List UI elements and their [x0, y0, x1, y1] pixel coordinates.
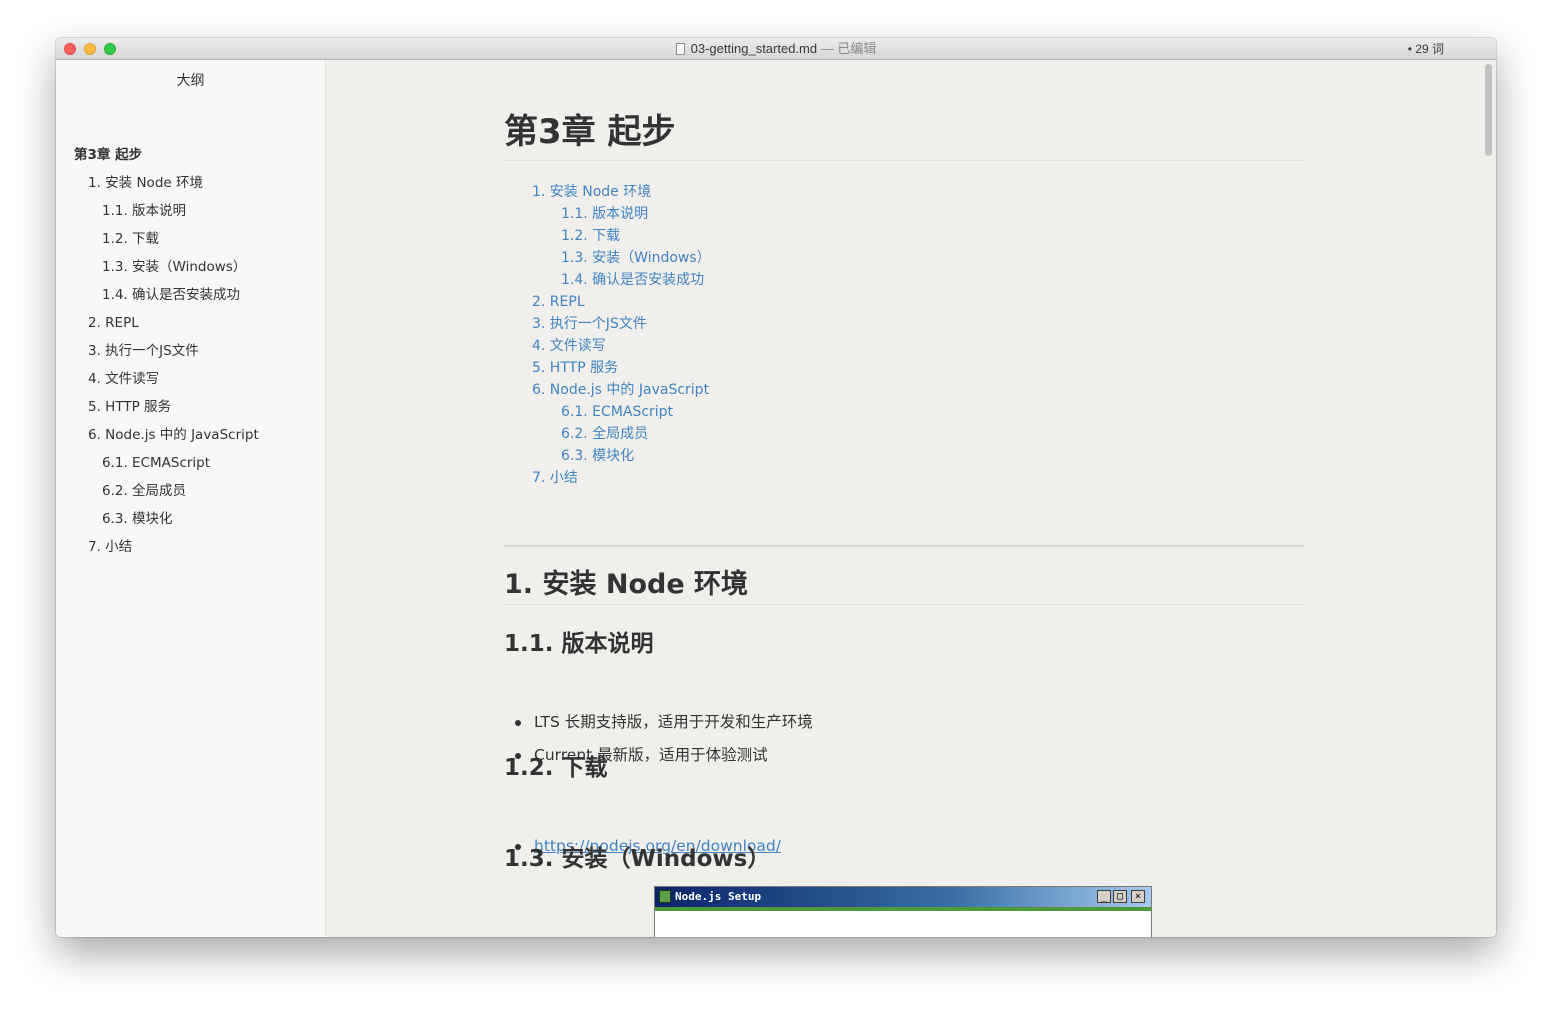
- close-window-button[interactable]: [64, 43, 76, 55]
- sidebar-title: 大纲: [176, 73, 205, 89]
- outline-item[interactable]: 1. 安装 Node 环境: [88, 173, 203, 193]
- outline-item[interactable]: 6.3. 模块化: [102, 509, 173, 529]
- outline-item[interactable]: 1.1. 版本说明: [102, 201, 186, 221]
- editor-content[interactable]: 第3章 起步 1. 安装 Node 环境 1.1. 版本说明 1.2. 下载 1…: [326, 60, 1482, 937]
- toc-link[interactable]: 3. 执行一个JS文件: [532, 314, 647, 334]
- maximize-icon: □: [1113, 890, 1127, 903]
- subsection-heading: 1.1. 版本说明: [504, 631, 654, 657]
- toc-link[interactable]: 1.2. 下载: [561, 226, 620, 246]
- toc-link[interactable]: 1. 安装 Node 环境: [532, 182, 651, 202]
- outline-item[interactable]: 1.3. 安装（Windows）: [102, 257, 246, 277]
- toc-link[interactable]: 2. REPL: [532, 292, 585, 312]
- horizontal-rule: [504, 545, 1304, 547]
- close-icon: ×: [1131, 890, 1145, 903]
- word-count[interactable]: • 29 词: [1408, 38, 1444, 60]
- setup-screenshot-image: Node.js Setup _ □ ×: [654, 886, 1152, 937]
- app-window: 03-getting_started.md — 已编辑 • 29 词 大纲 第3…: [56, 38, 1496, 937]
- list-item: LTS 长期支持版，适用于开发和生产环境: [534, 713, 813, 731]
- toc-link[interactable]: 1.1. 版本说明: [561, 204, 648, 224]
- subsection-heading: 1.2. 下载: [504, 755, 608, 781]
- outline-item[interactable]: 6.2. 全局成员: [102, 481, 186, 501]
- toc-link[interactable]: 7. 小结: [532, 468, 578, 488]
- outline-item[interactable]: 6. Node.js 中的 JavaScript: [88, 425, 259, 445]
- scrollbar-thumb[interactable]: [1485, 64, 1492, 156]
- toc-link[interactable]: 4. 文件读写: [532, 336, 606, 356]
- setup-window-titlebar: Node.js Setup _ □ ×: [655, 887, 1151, 907]
- minimize-window-button[interactable]: [84, 43, 96, 55]
- outline-item[interactable]: 5. HTTP 服务: [88, 397, 171, 417]
- heading-divider: [504, 160, 1304, 161]
- section-heading: 1. 安装 Node 环境: [504, 569, 749, 600]
- window-title-filename: 03-getting_started.md: [690, 41, 818, 56]
- outline-item[interactable]: 6.1. ECMAScript: [102, 453, 210, 473]
- toc-link[interactable]: 1.4. 确认是否安装成功: [561, 270, 704, 290]
- toc-link[interactable]: 6.3. 模块化: [561, 446, 634, 466]
- title-bar[interactable]: 03-getting_started.md — 已编辑 • 29 词: [56, 38, 1496, 60]
- window-title: 03-getting_started.md — 已编辑: [56, 38, 1496, 60]
- subsection-heading: 1.3. 安装（Windows）: [504, 846, 771, 872]
- vertical-scrollbar[interactable]: [1482, 60, 1496, 937]
- setup-window-title: Node.js Setup: [675, 890, 762, 903]
- toc-link[interactable]: 6. Node.js 中的 JavaScript: [532, 380, 709, 400]
- toc-link[interactable]: 6.2. 全局成员: [561, 424, 648, 444]
- list-bullet: [515, 720, 521, 726]
- window-title-edited: — 已编辑: [817, 41, 877, 56]
- outline-item[interactable]: 4. 文件读写: [88, 369, 159, 389]
- heading-divider: [504, 604, 1304, 605]
- setup-accent-bar: [655, 907, 1151, 911]
- toc-link[interactable]: 5. HTTP 服务: [532, 358, 618, 378]
- outline-item[interactable]: 1.2. 下载: [102, 229, 159, 249]
- outline-item[interactable]: 2. REPL: [88, 313, 139, 333]
- outline-item[interactable]: 3. 执行一个JS文件: [88, 341, 199, 361]
- outline-item[interactable]: 1.4. 确认是否安装成功: [102, 285, 240, 305]
- minimize-icon: _: [1097, 890, 1111, 903]
- document-title: 第3章 起步: [504, 112, 676, 152]
- toc-link[interactable]: 6.1. ECMAScript: [561, 402, 673, 422]
- outline-item[interactable]: 7. 小结: [88, 537, 132, 557]
- outline-sidebar: 大纲 第3章 起步 1. 安装 Node 环境 1.1. 版本说明 1.2. 下…: [56, 60, 326, 937]
- outline-item[interactable]: 第3章 起步: [74, 145, 142, 165]
- installer-icon: [659, 890, 671, 903]
- toc-link[interactable]: 1.3. 安装（Windows）: [561, 248, 711, 268]
- document-icon[interactable]: [675, 43, 685, 55]
- zoom-window-button[interactable]: [104, 43, 116, 55]
